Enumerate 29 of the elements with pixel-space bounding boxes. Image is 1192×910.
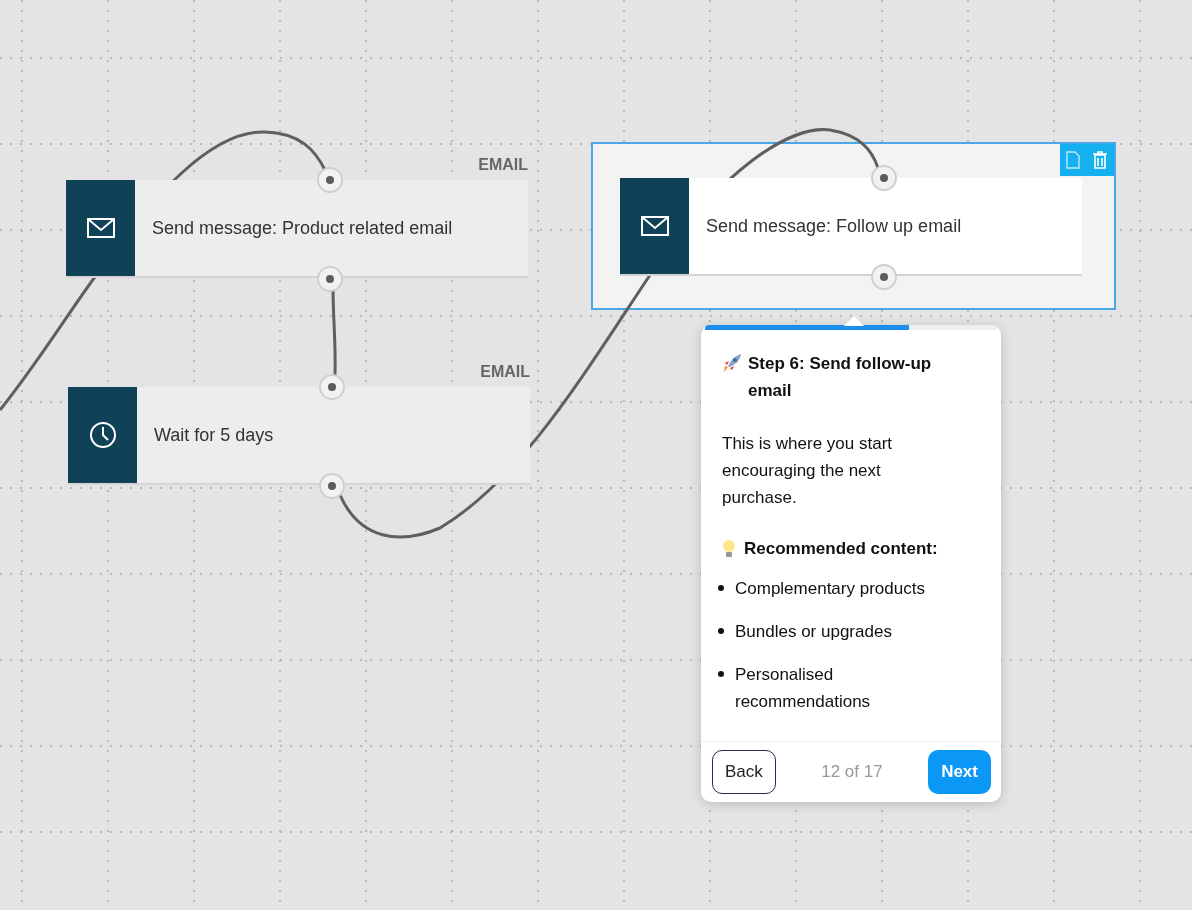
lightbulb-icon — [722, 539, 736, 559]
bullet-icon — [718, 671, 724, 677]
step-counter: 12 of 17 — [821, 762, 883, 782]
connection-port[interactable] — [319, 374, 345, 400]
node-label: Wait for 5 days — [154, 424, 274, 446]
channel-label: EMAIL — [480, 363, 530, 381]
pointer-icon — [844, 316, 864, 326]
node-label: Send message: Follow up email — [706, 215, 962, 237]
bullet-icon — [718, 585, 724, 591]
popover-title: Step 6: Send follow-up email — [748, 353, 933, 402]
connection-port[interactable] — [317, 266, 343, 292]
popover-text: This is where you start encouraging the next purchase. — [722, 433, 894, 509]
rocket-icon — [722, 353, 742, 373]
list-item: Bundles or upgrades — [735, 621, 893, 643]
flow-node[interactable]: Send message: Product related email — [66, 180, 528, 278]
envelope-icon — [640, 216, 669, 236]
connection-port[interactable] — [319, 473, 345, 499]
channel-label: EMAIL — [478, 156, 528, 174]
back-button[interactable]: Back — [712, 750, 776, 794]
envelope-icon — [86, 218, 115, 238]
bullet-icon — [718, 628, 724, 634]
list-item: Personalised recommendations — [735, 664, 872, 713]
flow-node[interactable]: Wait for 5 days — [68, 387, 530, 485]
list-item: Complementary products — [735, 578, 926, 600]
flow-node[interactable]: Send message: Follow up email — [620, 178, 1082, 276]
popover-heading: Recommended content: — [744, 539, 938, 559]
clock-icon — [88, 421, 117, 449]
node-label: Send message: Product related email — [152, 217, 453, 239]
connection-port[interactable] — [317, 167, 343, 193]
